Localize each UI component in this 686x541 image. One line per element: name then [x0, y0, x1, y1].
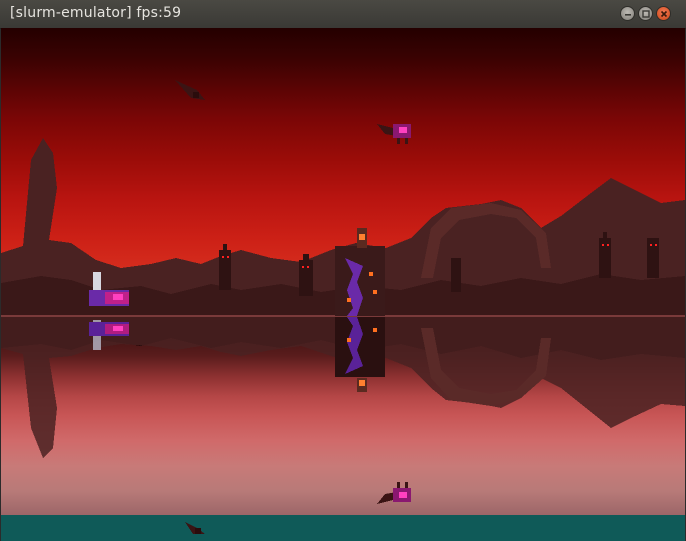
game-scene [1, 80, 685, 534]
minimize-button[interactable] [620, 6, 635, 21]
maximize-icon [642, 10, 650, 18]
enemy-drone-2 [377, 482, 411, 504]
enemy-bat-1 [175, 80, 205, 100]
emulator-window: [slurm-emulator] fps:59 [0, 0, 686, 541]
close-icon [660, 10, 668, 18]
game-viewport[interactable] [1, 28, 685, 541]
central-tower [335, 228, 385, 392]
title-bar[interactable]: [slurm-emulator] fps:59 [0, 0, 686, 29]
minimize-icon [625, 14, 631, 16]
maximize-button[interactable] [638, 6, 653, 21]
close-button[interactable] [656, 6, 671, 21]
enemy-drone-1 [377, 124, 411, 144]
window-title: [slurm-emulator] fps:59 [10, 5, 182, 21]
enemy-bat-2 [185, 522, 205, 534]
